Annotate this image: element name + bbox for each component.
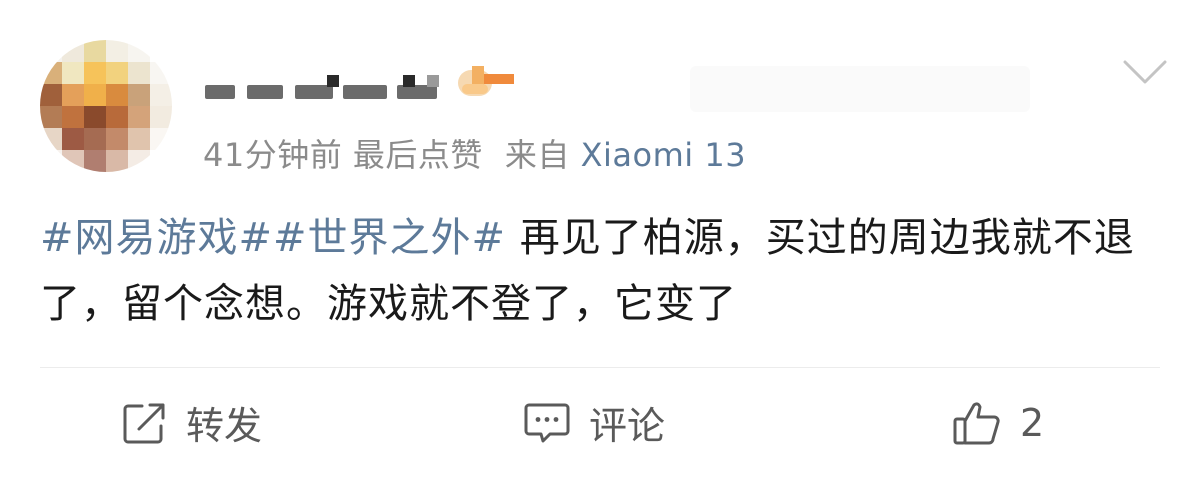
topic-link-netease-games[interactable]: #网易游戏# [40, 215, 273, 261]
redacted-name-tail [690, 66, 1030, 112]
source-device-link[interactable]: Xiaomi 13 [581, 136, 746, 174]
weibo-post: 41分钟前 最后点赞 来自 Xiaomi 13 #网易游戏##世界之外# 再见了柏… [0, 0, 1200, 477]
post-meta: 41分钟前 最后点赞 来自 Xiaomi 13 [203, 130, 746, 176]
share-box-icon [123, 403, 165, 443]
topic-link-beyond-world[interactable]: #世界之外# [273, 215, 506, 261]
post-time: 41分钟前 [203, 136, 343, 174]
thumbs-up-icon [953, 401, 1000, 444]
source-prefix: 来自 [504, 136, 570, 174]
post-content: #网易游戏##世界之外# 再见了柏源，买过的周边我就不退了，留个念想。游戏就不登… [40, 205, 1160, 337]
badge-icon [458, 66, 514, 96]
comment-label: 评论 [589, 404, 666, 448]
redacted-name [203, 73, 439, 101]
repost-button[interactable]: 转发 [122, 368, 262, 477]
chevron-down-icon[interactable] [1122, 58, 1168, 86]
comment-button[interactable]: 评论 [523, 368, 665, 477]
avatar[interactable] [40, 40, 172, 172]
last-liked-note: 最后点赞 [352, 136, 483, 174]
action-bar: 转发 评论 2 [0, 368, 1200, 477]
comment-bubble-icon [524, 403, 570, 442]
repost-label: 转发 [186, 404, 263, 448]
username-redacted[interactable] [203, 70, 439, 104]
like-button[interactable]: 2 [952, 368, 1044, 477]
like-count: 2 [1020, 400, 1045, 445]
